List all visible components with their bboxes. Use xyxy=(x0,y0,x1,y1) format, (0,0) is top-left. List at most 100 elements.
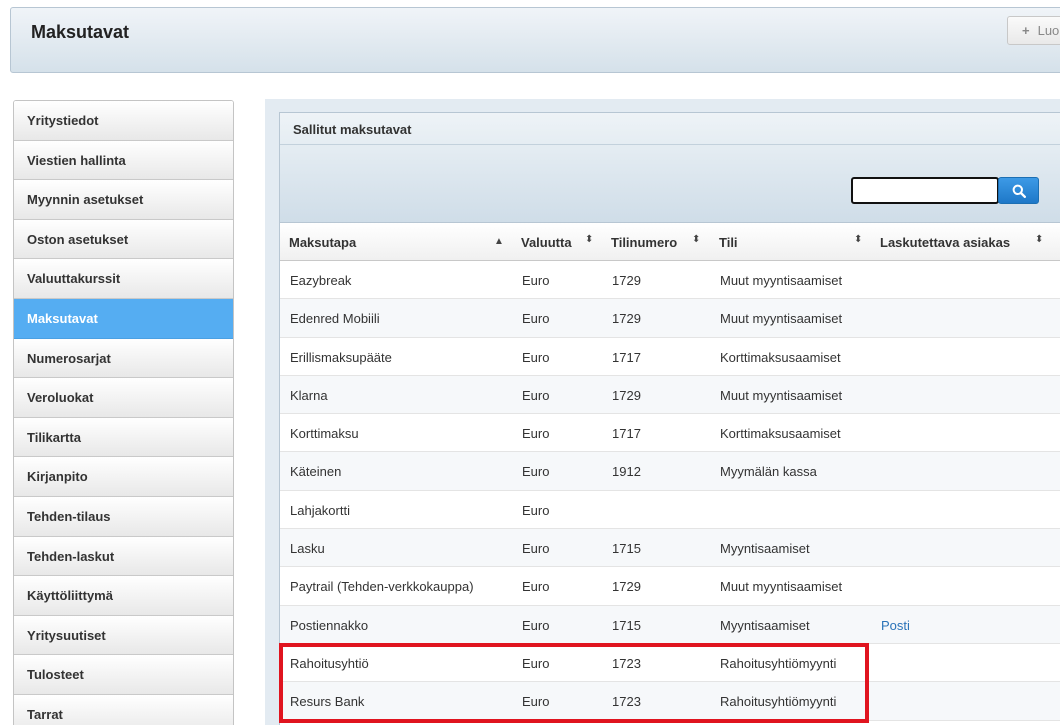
table-cell: 1723 xyxy=(612,694,641,710)
table-cell: Muut myyntisaamiset xyxy=(720,387,843,403)
table-cell: Eazybreak xyxy=(290,273,352,288)
table-cell: Edenred Mobiili xyxy=(290,311,380,327)
divider xyxy=(280,144,1060,145)
table-cell: Euro xyxy=(522,694,550,710)
sort-both-icon[interactable]: ⬍ xyxy=(585,234,593,245)
sidebar-item-tilikartta[interactable]: Tilikartta xyxy=(14,417,233,458)
column-header-laskutettava-asiakas[interactable]: Laskutettava asiakas xyxy=(880,235,1010,250)
table-cell: 1729 xyxy=(612,387,641,403)
table-row[interactable]: Korttimaksu Euro 1717 Korttimaksusaamiset xyxy=(280,414,1060,453)
sidebar-item-myynnin-asetukset[interactable]: Myynnin asetukset xyxy=(14,180,233,220)
sidebar-item-maksutavat[interactable]: Maksutavat xyxy=(14,298,233,339)
table-row[interactable]: Eazybreak Euro 1729 Muut myyntisaamiset xyxy=(280,261,1060,300)
sidebar-item-tehden-laskut[interactable]: Tehden-laskut xyxy=(14,536,233,577)
column-header-valuutta[interactable]: Valuutta xyxy=(521,235,572,250)
table-cell: 1715 xyxy=(612,541,641,557)
sidebar-item-viestien-hallinta[interactable]: Viestien hallinta xyxy=(14,140,233,181)
table-row[interactable]: Rahoitusyhtiö Euro 1723 Rahoitusyhtiömyynti xyxy=(280,643,1060,683)
plus-icon: + xyxy=(1022,23,1030,38)
table-cell: Käteinen xyxy=(290,464,342,480)
table-cell: 1717 xyxy=(612,426,641,442)
table-cell: Korttimaksusaamiset xyxy=(720,426,841,442)
column-header-maksutapa[interactable]: Maksutapa xyxy=(289,235,356,250)
table-cell: Euro xyxy=(522,579,550,595)
table-body: Eazybreak Euro 1729 Muut myyntisaamiset Eden… xyxy=(280,261,1060,721)
table-row[interactable]: Resurs Bank Euro 1723 Rahoitusyhtiömyynti xyxy=(280,682,1060,721)
table-cell: 1729 xyxy=(612,273,641,288)
table-cell: Lahjakortti xyxy=(290,502,350,518)
table-cell: Resurs Bank xyxy=(290,694,365,710)
sidebar-item-käyttöliittymä[interactable]: Käyttöliittymä xyxy=(14,576,233,616)
table-row[interactable]: Käteinen Euro 1912 Myymälän kassa xyxy=(280,452,1060,491)
table-cell: Euro xyxy=(522,349,550,365)
table-cell: Euro xyxy=(522,273,550,288)
table-cell: Rahoitusyhtiömyynti xyxy=(720,694,837,710)
table-row[interactable]: Klarna Euro 1729 Muut myyntisaamiset xyxy=(280,375,1060,415)
search-icon xyxy=(1012,184,1026,198)
sidebar-item-veroluokat[interactable]: Veroluokat xyxy=(14,378,233,418)
table-cell: Klarna xyxy=(290,387,328,403)
table-cell: Paytrail (Tehden-verkkokauppa) xyxy=(290,579,474,595)
sort-both-icon[interactable]: ⬍ xyxy=(692,234,700,245)
table-cell: Muut myyntisaamiset xyxy=(720,579,843,595)
sidebar-item-tehden-tilaus[interactable]: Tehden-tilaus xyxy=(14,496,233,537)
sort-both-icon[interactable]: ⬍ xyxy=(854,234,862,245)
search-input[interactable] xyxy=(851,177,999,204)
sidebar-item-yritystiedot[interactable]: Yritystiedot xyxy=(14,101,233,141)
panel-header: Sallitut maksutavat xyxy=(280,113,1060,223)
add-button[interactable]: + Luo xyxy=(1007,16,1060,45)
table-cell: Euro xyxy=(522,464,550,480)
column-header-tili[interactable]: Tili xyxy=(719,235,738,250)
add-button-label: Luo xyxy=(1037,23,1060,38)
table-cell: 1723 xyxy=(612,655,641,671)
table-cell: 1729 xyxy=(612,579,641,595)
table-cell: Euro xyxy=(522,502,550,518)
table-cell: Rahoitusyhtiö xyxy=(290,655,369,671)
sidebar-item-tulosteet[interactable]: Tulosteet xyxy=(14,655,233,695)
table-cell: Myyntisaamiset xyxy=(720,617,810,633)
table-row[interactable]: Postiennakko Euro 1715 Myyntisaamiset Posti xyxy=(280,605,1060,644)
sidebar-item-kirjanpito[interactable]: Kirjanpito xyxy=(14,457,233,497)
sidebar-item-valuuttakurssit[interactable]: Valuuttakurssit xyxy=(14,259,233,299)
table-cell: Muut myyntisaamiset xyxy=(720,311,843,327)
search-button[interactable] xyxy=(998,177,1039,204)
table-cell: Euro xyxy=(522,387,550,403)
table-row[interactable]: Erillismaksupääte Euro 1717 Korttimaksusaam… xyxy=(280,337,1060,376)
page-header: Maksutavat + Luo xyxy=(10,7,1060,73)
table-cell: Euro xyxy=(522,541,550,557)
sort-both-icon[interactable]: ⬍ xyxy=(1035,234,1043,245)
table-cell: Euro xyxy=(522,311,550,327)
settings-sidebar: Yritystiedot Viestien hallinta Myynnin ase… xyxy=(13,100,234,725)
sidebar-item-numerosarjat[interactable]: Numerosarjat xyxy=(14,338,233,379)
table-cell: 1717 xyxy=(612,349,641,365)
table-row[interactable]: Edenred Mobiili Euro 1729 Muut myyntisaamis… xyxy=(280,299,1060,338)
table-row[interactable]: Lasku Euro 1715 Myyntisaamiset xyxy=(280,529,1060,568)
sidebar-item-yritysuutiset[interactable]: Yritysuutiset xyxy=(14,615,233,656)
table-cell: Euro xyxy=(522,617,550,633)
table-cell: Postiennakko xyxy=(290,617,369,633)
page-title: Maksutavat xyxy=(31,22,130,42)
sidebar-item-tarrat[interactable]: Tarrat xyxy=(14,694,233,725)
table-cell: Euro xyxy=(522,426,550,442)
table-cell: Myyntisaamiset xyxy=(720,541,810,557)
table-cell: 1729 xyxy=(612,311,641,327)
table-cell: Muut myyntisaamiset xyxy=(720,273,843,288)
table-row[interactable]: Paytrail (Tehden-verkkokauppa) Euro 1729 Mu… xyxy=(280,567,1060,606)
table-header: Maksutapa ▲ Valuutta ⬍ Tilinumero ⬍ Tili… xyxy=(280,223,1060,261)
table-cell: Korttimaksusaamiset xyxy=(720,349,841,365)
table-row[interactable]: Lahjakortti Euro xyxy=(280,490,1060,530)
table-cell: Myymälän kassa xyxy=(720,464,817,480)
panel-title: Sallitut maksutavat xyxy=(293,122,412,137)
sidebar-item-oston-asetukset[interactable]: Oston asetukset xyxy=(14,219,233,260)
payment-methods-panel: Sallitut maksutavat Maksutapa ▲ Valuutta… xyxy=(279,112,1060,725)
table-cell: Korttimaksu xyxy=(290,426,359,442)
table-cell: 1912 xyxy=(612,464,641,480)
column-header-tilinumero[interactable]: Tilinumero xyxy=(611,235,677,250)
table-cell: Lasku xyxy=(290,541,325,557)
table-cell: Euro xyxy=(522,655,550,671)
table-cell: Erillismaksupääte xyxy=(290,349,392,365)
table-cell: Rahoitusyhtiömyynti xyxy=(720,655,837,671)
table-cell[interactable]: Posti xyxy=(881,618,910,633)
table-cell: 1715 xyxy=(612,617,641,633)
sort-ascending-icon[interactable]: ▲ xyxy=(494,236,504,247)
